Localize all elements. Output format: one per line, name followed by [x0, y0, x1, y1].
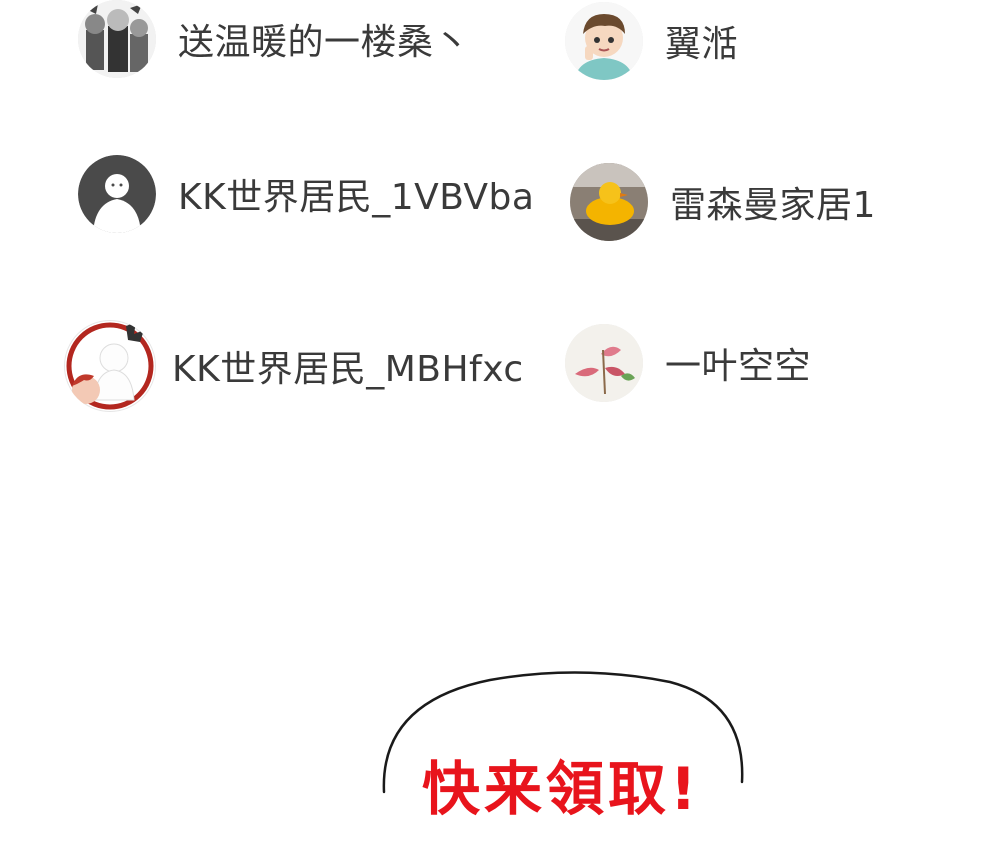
user-item[interactable]: 雷森曼家居1 — [570, 163, 876, 241]
yellow-duck-avatar[interactable] — [570, 163, 648, 241]
user-name[interactable]: 送温暖的一楼桑丶 — [178, 13, 470, 65]
user-item[interactable]: 翼湉 — [565, 2, 738, 80]
user-item[interactable]: 送温暖的一楼桑丶 — [78, 0, 470, 78]
user-name[interactable]: KK世界居民_1VBVba — [178, 168, 534, 220]
user-name[interactable]: 一叶空空 — [665, 337, 811, 389]
anime-boy-avatar[interactable] — [565, 2, 643, 80]
user-item[interactable]: 一叶空空 — [565, 324, 811, 402]
framed-ghost-avatar[interactable] — [64, 320, 156, 412]
flower-avatar[interactable] — [565, 324, 643, 402]
bubble-text[interactable]: 快来領取! — [422, 742, 700, 826]
default-ghost-avatar[interactable] — [78, 155, 156, 233]
user-name[interactable]: KK世界居民_MBHfxc — [172, 340, 524, 392]
manga-group-avatar[interactable] — [78, 0, 156, 78]
user-item[interactable]: KK世界居民_1VBVba — [78, 155, 534, 233]
claim-bubble[interactable]: 快来領取! — [370, 662, 760, 862]
user-name[interactable]: 翼湉 — [665, 15, 738, 67]
user-item[interactable]: KK世界居民_MBHfxc — [64, 320, 524, 412]
user-name[interactable]: 雷森曼家居1 — [670, 176, 876, 228]
